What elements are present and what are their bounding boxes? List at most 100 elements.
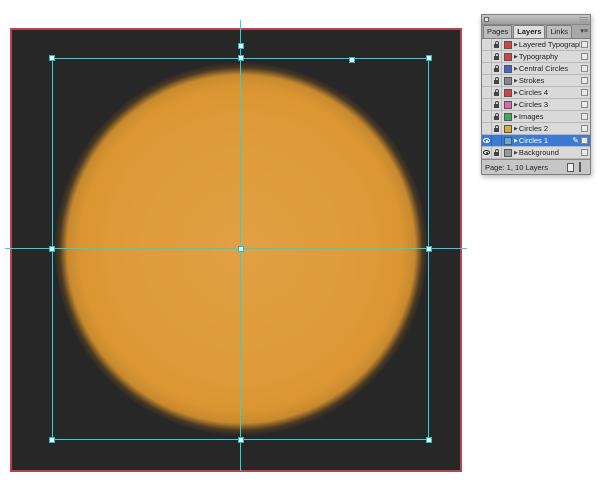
lock-toggle[interactable] [492, 111, 502, 122]
tab-links[interactable]: Links [546, 25, 572, 38]
lock-toggle[interactable] [492, 135, 502, 146]
visibility-toggle[interactable] [482, 87, 492, 98]
disclosure-triangle-icon[interactable]: ▶ [514, 150, 518, 156]
disclosure-triangle-icon[interactable]: ▶ [514, 90, 518, 96]
lock-toggle[interactable] [492, 147, 502, 158]
selection-handle-mid-left[interactable] [49, 246, 55, 252]
layer-color-swatch [504, 124, 512, 133]
layer-name[interactable]: Central Circles [519, 64, 580, 73]
lock-toggle[interactable] [492, 63, 502, 74]
layer-name[interactable]: Typography [519, 52, 580, 61]
layer-name[interactable]: Strokes [519, 76, 580, 85]
layer-row-layered-typography[interactable]: ▶Layered Typography [482, 39, 590, 51]
disclosure-triangle-icon[interactable]: ▶ [514, 42, 518, 48]
selection-handle-bottom-right[interactable] [426, 437, 432, 443]
layer-select-box[interactable] [581, 89, 588, 96]
lock-toggle[interactable] [492, 99, 502, 110]
visibility-toggle[interactable] [482, 99, 492, 110]
layer-select-box[interactable] [581, 101, 588, 108]
lock-toggle[interactable] [492, 87, 502, 98]
layer-select-box[interactable] [581, 113, 588, 120]
lock-icon [494, 125, 499, 132]
disclosure-triangle-icon[interactable]: ▶ [514, 138, 518, 144]
layer-color-swatch [504, 52, 512, 61]
layer-select-box[interactable] [581, 149, 588, 156]
selection-handle-bottom-center[interactable] [238, 437, 244, 443]
panel-titlebar[interactable] [482, 15, 590, 25]
disclosure-triangle-icon[interactable]: ▶ [514, 66, 518, 72]
selection-handle-reference[interactable] [238, 43, 244, 49]
layer-name[interactable]: Circles 3 [519, 100, 580, 109]
layer-select-box[interactable] [581, 125, 588, 132]
layer-row-circles-2[interactable]: ▶ Circles 2 [482, 123, 590, 135]
layer-color-swatch [504, 112, 512, 121]
lock-toggle[interactable] [492, 51, 502, 62]
lock-icon [494, 53, 499, 60]
delete-layer-button[interactable] [579, 162, 586, 172]
layer-name[interactable]: Layered Typography [519, 40, 580, 49]
visibility-toggle[interactable] [482, 147, 492, 158]
eye-icon [483, 150, 490, 155]
layer-select-box[interactable] [581, 77, 588, 84]
panel-status-bar: Page: 1, 10 Layers [482, 159, 590, 174]
visibility-toggle[interactable] [482, 39, 492, 50]
panel-tabs: Pages Layers Links ▾≡ [482, 25, 590, 39]
layer-select-box[interactable] [581, 41, 588, 48]
disclosure-triangle-icon[interactable]: ▶ [514, 102, 518, 108]
layers-panel: Pages Layers Links ▾≡ ▶Layered Typograph… [481, 14, 591, 175]
layer-color-swatch [504, 136, 512, 145]
selection-handle-top-right[interactable] [426, 55, 432, 61]
selection-handle-bottom-left[interactable] [49, 437, 55, 443]
layer-row-typography[interactable]: ▶ Typography [482, 51, 590, 63]
tab-layers[interactable]: Layers [513, 25, 546, 38]
selection-handle-extra[interactable] [349, 57, 355, 63]
lock-toggle[interactable] [492, 123, 502, 134]
selection-handle-mid-right[interactable] [426, 246, 432, 252]
layer-row-circles-1[interactable]: ▶ Circles 1 ✎ [482, 135, 590, 147]
panel-close-button[interactable] [484, 17, 489, 22]
selection-handle-center[interactable] [238, 246, 244, 252]
layer-select-box[interactable] [581, 53, 588, 60]
layer-name[interactable]: Circles 4 [519, 88, 580, 97]
eye-icon [483, 138, 490, 143]
layer-name[interactable]: Images [519, 112, 580, 121]
layer-row-background[interactable]: ▶ Background [482, 147, 590, 159]
layer-row-central-circles[interactable]: ▶ Central Circles [482, 63, 590, 75]
visibility-toggle[interactable] [482, 111, 492, 122]
lock-toggle[interactable] [492, 39, 502, 50]
layer-row-strokes[interactable]: ▶ Strokes [482, 75, 590, 87]
disclosure-triangle-icon[interactable]: ▶ [514, 78, 518, 84]
layer-select-box[interactable] [581, 65, 588, 72]
layer-row-circles-3[interactable]: ▶ Circles 3 [482, 99, 590, 111]
layer-row-circles-4[interactable]: ▶ Circles 4 [482, 87, 590, 99]
layer-select-box[interactable] [581, 137, 588, 144]
layers-list: ▶Layered Typography▶Typography▶Central C… [482, 39, 590, 159]
tab-pages[interactable]: Pages [483, 25, 513, 38]
layer-name[interactable]: Background [519, 148, 580, 157]
visibility-toggle[interactable] [482, 63, 492, 74]
layers-status-text: Page: 1, 10 Layers [485, 162, 548, 172]
layer-name[interactable]: Circles 2 [519, 124, 580, 133]
disclosure-triangle-icon[interactable]: ▶ [514, 54, 518, 60]
visibility-toggle[interactable] [482, 123, 492, 134]
visibility-toggle[interactable] [482, 135, 492, 146]
layer-row-images[interactable]: ▶ Images [482, 111, 590, 123]
panel-grip-icon [579, 17, 588, 22]
layer-name[interactable]: Circles 1 [519, 136, 572, 145]
disclosure-triangle-icon[interactable]: ▶ [514, 126, 518, 132]
lock-toggle[interactable] [492, 75, 502, 86]
new-layer-button[interactable] [567, 162, 574, 172]
selection-handle-top-left[interactable] [49, 55, 55, 61]
layer-color-swatch [504, 76, 512, 85]
visibility-toggle[interactable] [482, 51, 492, 62]
layer-color-swatch [504, 88, 512, 97]
layer-color-swatch [504, 100, 512, 109]
layer-color-swatch [504, 148, 512, 157]
lock-icon [494, 41, 499, 48]
visibility-toggle[interactable] [482, 75, 492, 86]
lock-icon [494, 149, 499, 156]
selection-handle-top-center[interactable] [238, 55, 244, 61]
panel-menu-icon[interactable]: ▾≡ [580, 28, 588, 35]
lock-icon [494, 113, 499, 120]
disclosure-triangle-icon[interactable]: ▶ [514, 114, 518, 120]
